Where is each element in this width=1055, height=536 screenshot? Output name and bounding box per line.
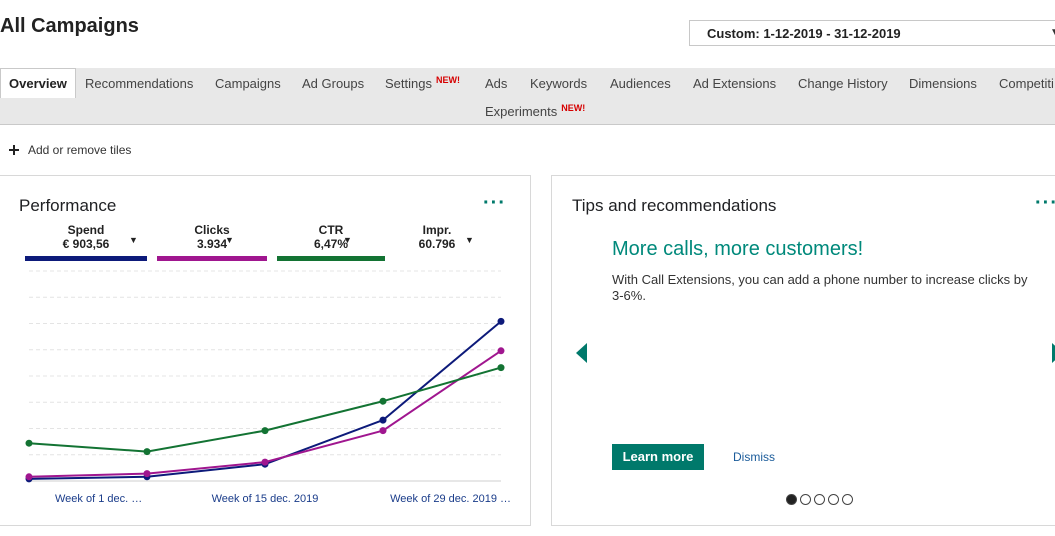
tab-settings[interactable]: Settings NEW! [385,75,460,91]
data-point-clicks[interactable] [25,473,33,481]
tips-card: Tips and recommendations ··· More calls,… [551,175,1055,526]
tip-headline: More calls, more customers! [612,238,864,260]
add-tiles-label: Add or remove tiles [28,143,132,157]
tab-audiences[interactable]: Audiences [610,76,671,91]
tabs-bar: Overview Recommendations Campaigns Ad Gr… [0,68,1055,125]
data-point-spend[interactable] [379,416,387,424]
data-point-clicks[interactable] [143,470,151,478]
tab-competition[interactable]: Competiti [999,76,1054,91]
series-line-clicks [28,349,502,478]
date-range-value: Custom: 1-12-2019 - 31-12-2019 [707,26,901,41]
chevron-down-icon: ▼ [1050,27,1055,38]
carousel-dot[interactable] [842,494,853,505]
data-point-ctr[interactable] [261,427,269,435]
carousel-dot[interactable] [814,494,825,505]
date-range-select[interactable]: Custom: 1-12-2019 - 31-12-2019 ▼ [689,20,1055,46]
data-point-ctr[interactable] [25,439,33,447]
add-remove-tiles-button[interactable]: Add or remove tiles [9,143,131,157]
data-point-spend[interactable] [497,317,505,325]
tab-experiments[interactable]: Experiments NEW! [485,103,586,119]
tab-overview[interactable]: Overview [0,68,76,98]
plus-icon [9,145,19,155]
series-line-spend [28,320,502,480]
performance-card: Performance ··· Spend € 903,56 ▼ Clicks … [0,175,531,526]
x-tick-label: Week of 29 dec. 2019 … [390,493,511,505]
data-point-clicks[interactable] [261,458,269,466]
data-point-ctr[interactable] [497,364,505,372]
x-tick-label: Week of 1 dec. … [55,493,142,505]
tab-keywords[interactable]: Keywords [530,76,587,91]
tips-title: Tips and recommendations [572,196,777,215]
tab-recommendations[interactable]: Recommendations [85,76,193,91]
carousel-prev-arrow-icon[interactable] [576,343,587,363]
tab-campaigns[interactable]: Campaigns [215,76,281,91]
data-point-ctr[interactable] [379,397,387,405]
data-point-clicks[interactable] [379,427,387,435]
new-badge: NEW! [435,75,460,85]
tab-ads[interactable]: Ads [485,76,507,91]
dismiss-link[interactable]: Dismiss [733,450,775,464]
performance-chart: Week of 1 dec. … Week of 15 dec. 2019 Week… [25,270,511,505]
data-point-clicks[interactable] [497,347,505,355]
tab-ad-groups[interactable]: Ad Groups [302,76,364,91]
new-badge: NEW! [561,103,586,113]
x-tick-label: Week of 15 dec. 2019 [212,493,319,505]
tab-change-history[interactable]: Change History [798,76,888,91]
carousel-dot[interactable] [800,494,811,505]
more-options-icon[interactable]: ··· [1035,193,1055,213]
data-point-ctr[interactable] [143,448,151,456]
carousel-dot[interactable] [828,494,839,505]
page-title: All Campaigns [0,15,139,37]
tab-dimensions[interactable]: Dimensions [909,76,977,91]
tab-ad-extensions[interactable]: Ad Extensions [693,76,776,91]
tip-body: With Call Extensions, you can add a phon… [612,272,1028,303]
carousel-pagination [786,494,853,505]
learn-more-button[interactable]: Learn more [612,444,704,470]
carousel-dot[interactable] [786,494,797,505]
